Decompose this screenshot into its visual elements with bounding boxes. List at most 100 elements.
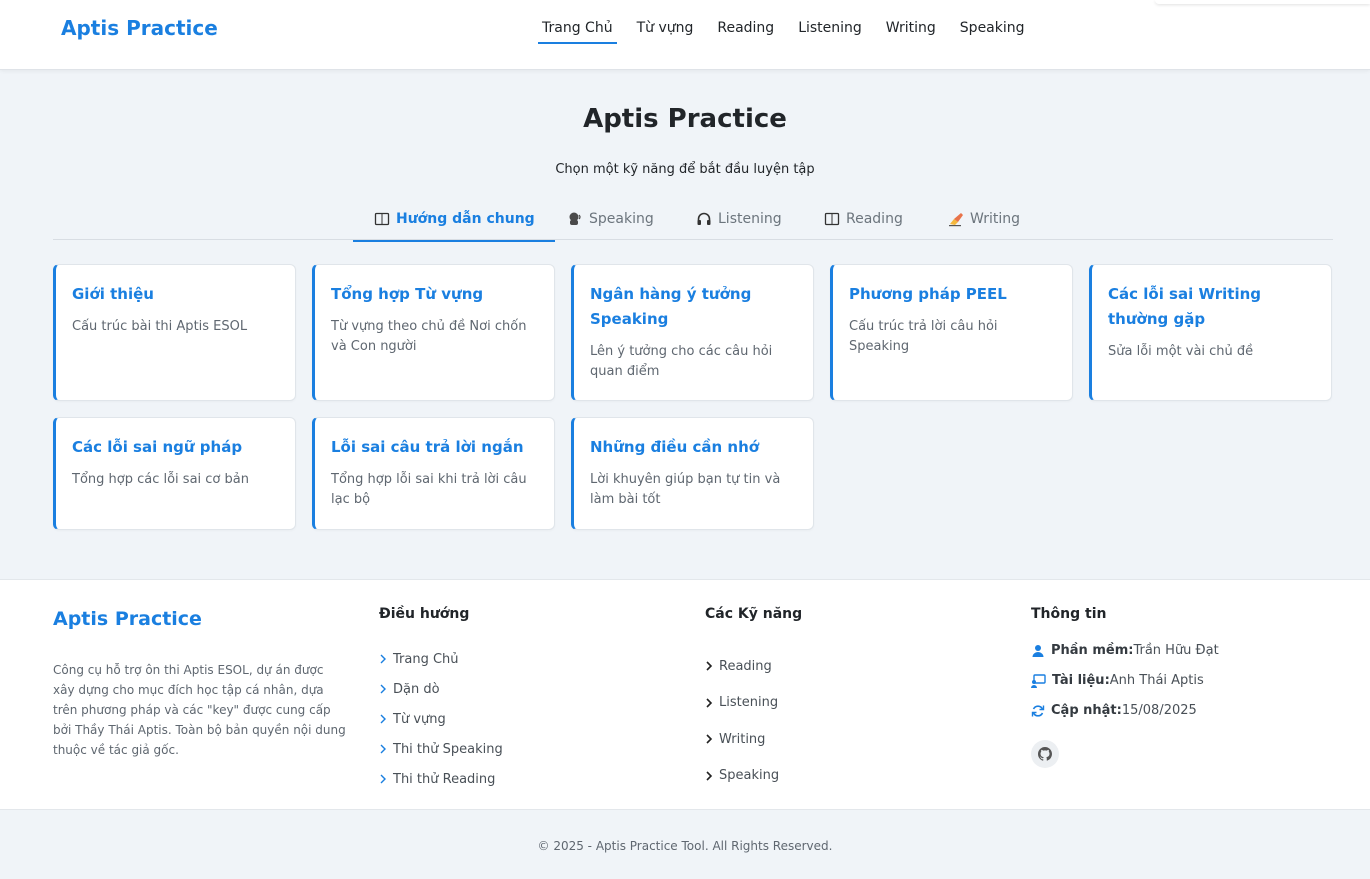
card-title: Tổng hợp Từ vựng xyxy=(331,285,484,303)
nav-home[interactable]: Trang Chủ xyxy=(530,0,625,70)
tab-label: Reading xyxy=(846,211,903,227)
card-desc: Sửa lỗi một vài chủ đề xyxy=(1108,344,1254,359)
link-label: Reading xyxy=(719,658,772,674)
link-label: Writing xyxy=(719,731,766,747)
card-title: Giới thiệu xyxy=(72,285,154,303)
footer-skill-listening[interactable]: Listening xyxy=(705,685,779,722)
footer-bottom-bar: © 2025 - Aptis Practice Tool. All Rights… xyxy=(0,809,1370,879)
github-button[interactable] xyxy=(1031,740,1059,768)
tab-label: Hướng dẫn chung xyxy=(396,211,535,227)
skill-tabs: Hướng dẫn chung Speaking Listening Readi… xyxy=(53,198,1333,242)
card-title: Lỗi sai câu trả lời ngắn xyxy=(331,438,524,456)
info-materials: Tài liệu:Anh Thái Aptis xyxy=(1031,673,1204,688)
card-desc: Cấu trúc trả lời câu hỏi Speaking xyxy=(849,319,998,354)
footer-skill-reading[interactable]: Reading xyxy=(705,648,779,685)
chevron-right-icon xyxy=(380,654,386,664)
link-label: Thi thử Reading xyxy=(393,771,496,787)
info-value: Anh Thái Aptis xyxy=(1109,673,1204,688)
footer-link-vocabulary[interactable]: Từ vựng xyxy=(379,704,503,734)
tab-label: Speaking xyxy=(589,211,654,227)
footer-nav-list: Trang Chủ Dặn dò Từ vựng Thi thử Speakin… xyxy=(379,644,503,794)
nav-writing[interactable]: Writing xyxy=(874,0,948,70)
chevron-right-icon xyxy=(380,774,386,784)
footer-link-reminders[interactable]: Dặn dò xyxy=(379,674,503,704)
page-title: Aptis Practice xyxy=(583,104,787,134)
page-subtitle: Chọn một kỹ năng để bắt đầu luyện tập xyxy=(555,162,815,177)
chevron-right-icon xyxy=(380,684,386,694)
footer-skill-writing[interactable]: Writing xyxy=(705,721,779,758)
tab-general-guide[interactable]: Hướng dẫn chung xyxy=(353,198,555,242)
footer-link-mock-speaking[interactable]: Thi thử Speaking xyxy=(379,734,503,764)
info-label: Phần mềm: xyxy=(1051,643,1134,658)
github-icon xyxy=(1038,747,1052,761)
nav-reading[interactable]: Reading xyxy=(705,0,786,70)
presentation-icon xyxy=(1031,673,1046,688)
card-grammar-mistakes[interactable]: Các lỗi sai ngữ pháp Tổng hợp các lỗi sa… xyxy=(53,417,296,530)
chevron-right-icon xyxy=(706,734,713,744)
tab-label: Listening xyxy=(718,211,782,227)
card-peel-method[interactable]: Phương pháp PEEL Cấu trúc trả lời câu hỏ… xyxy=(830,264,1073,401)
footer-link-mock-reading[interactable]: Thi thử Reading xyxy=(379,764,503,794)
card-speaking-ideas[interactable]: Ngân hàng ý tưởng Speaking Lên ý tưởng c… xyxy=(571,264,814,401)
footer-info-title: Thông tin xyxy=(1031,606,1107,622)
top-nav: Trang Chủ Từ vựng Reading Listening Writ… xyxy=(530,0,1037,70)
footer-link-home[interactable]: Trang Chủ xyxy=(379,644,503,674)
site-footer: Aptis Practice Công cụ hỗ trợ ôn thi Apt… xyxy=(0,579,1370,879)
brand-logo[interactable]: Aptis Practice xyxy=(61,16,218,40)
user-icon xyxy=(1032,644,1044,657)
card-title: Các lỗi sai ngữ pháp xyxy=(72,438,243,456)
footer-brand: Aptis Practice xyxy=(53,608,202,630)
card-desc: Tổng hợp lỗi sai khi trả lời câu lạc bộ xyxy=(331,472,527,507)
card-short-answer-mistakes[interactable]: Lỗi sai câu trả lời ngắn Tổng hợp lỗi sa… xyxy=(312,417,555,530)
card-title: Các lỗi sai Writing thường gặp xyxy=(1108,285,1262,328)
tab-listening[interactable]: Listening xyxy=(696,198,782,240)
chevron-right-icon xyxy=(706,771,713,781)
info-updated: Cập nhật:15/08/2025 xyxy=(1031,703,1197,718)
nav-speaking[interactable]: Speaking xyxy=(948,0,1037,70)
footer-skills-title: Các Kỹ năng xyxy=(705,606,803,622)
headphones-icon xyxy=(697,212,711,225)
card-title: Phương pháp PEEL xyxy=(849,285,1007,303)
card-intro[interactable]: Giới thiệu Cấu trúc bài thi Aptis ESOL xyxy=(53,264,296,401)
footer-nav-title: Điều hướng xyxy=(379,606,470,622)
card-desc: Cấu trúc bài thi Aptis ESOL xyxy=(72,319,248,334)
book-icon xyxy=(374,212,390,226)
chevron-right-icon xyxy=(706,698,713,708)
card-writing-mistakes[interactable]: Các lỗi sai Writing thường gặp Sửa lỗi m… xyxy=(1089,264,1332,401)
footer-about: Công cụ hỗ trợ ôn thi Aptis ESOL, dự án … xyxy=(53,663,346,757)
card-desc: Từ vựng theo chủ đề Nơi chốn và Con ngườ… xyxy=(331,319,527,354)
chevron-right-icon xyxy=(380,714,386,724)
tab-speaking[interactable]: Speaking xyxy=(567,198,654,240)
refresh-icon xyxy=(1031,704,1045,717)
info-value: 15/08/2025 xyxy=(1121,703,1197,718)
speaker-head-icon xyxy=(569,212,581,225)
footer-skill-speaking[interactable]: Speaking xyxy=(705,758,779,795)
info-software: Phần mềm:Trần Hữu Đạt xyxy=(1031,643,1219,658)
card-title: Ngân hàng ý tưởng Speaking xyxy=(590,285,752,328)
link-label: Listening xyxy=(719,695,779,711)
book-icon xyxy=(824,212,840,226)
copyright-text: © 2025 - Aptis Practice Tool. All Rights… xyxy=(537,839,833,853)
link-label: Từ vựng xyxy=(393,711,446,727)
info-value: Trần Hữu Đạt xyxy=(1133,643,1219,658)
card-title: Những điều cần nhớ xyxy=(590,438,760,456)
tab-label: Writing xyxy=(970,211,1020,227)
card-vocabulary[interactable]: Tổng hợp Từ vựng Từ vựng theo chủ đề Nơi… xyxy=(312,264,555,401)
link-label: Trang Chủ xyxy=(393,651,459,667)
chevron-right-icon xyxy=(380,744,386,754)
card-desc: Tổng hợp các lỗi sai cơ bản xyxy=(72,472,249,487)
link-label: Thi thử Speaking xyxy=(393,741,503,757)
chevron-right-icon xyxy=(706,661,713,671)
tab-reading[interactable]: Reading xyxy=(824,198,903,240)
card-desc: Lời khuyên giúp bạn tự tin và làm bài tố… xyxy=(590,472,781,507)
nav-listening[interactable]: Listening xyxy=(786,0,874,70)
link-label: Dặn dò xyxy=(393,681,440,697)
top-header: Aptis Practice Trang Chủ Từ vựng Reading… xyxy=(0,0,1370,70)
corner-panel-edge xyxy=(1155,0,1370,4)
nav-vocabulary[interactable]: Từ vựng xyxy=(625,0,706,70)
tab-writing[interactable]: Writing xyxy=(948,198,1020,240)
card-things-to-remember[interactable]: Những điều cần nhớ Lời khuyên giúp bạn t… xyxy=(571,417,814,530)
writing-hand-icon xyxy=(949,213,963,227)
info-label: Cập nhật: xyxy=(1051,703,1122,718)
link-label: Speaking xyxy=(719,768,780,784)
